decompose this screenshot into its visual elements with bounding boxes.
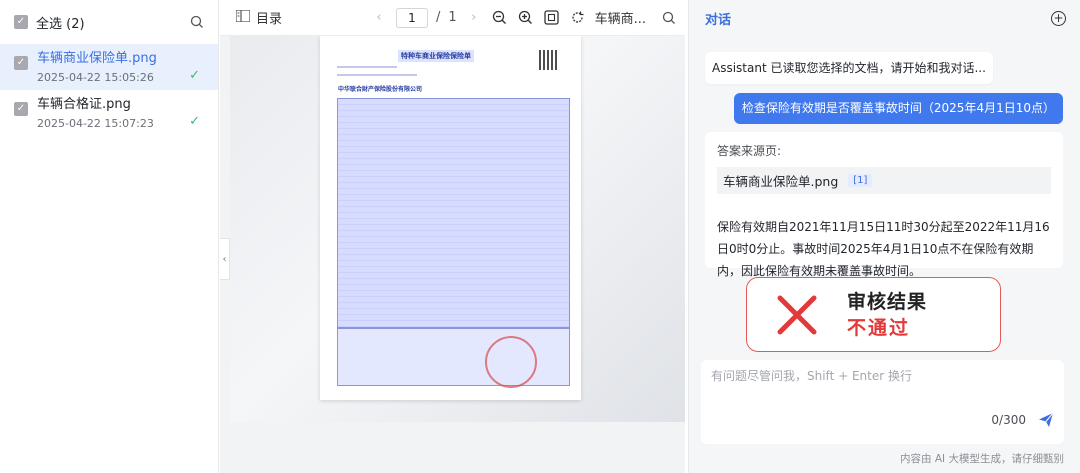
file-item-certificate[interactable]: ✓ 车辆合格证.png 2025-04-22 15:07:23 ✓ [0, 90, 218, 136]
checkbox-checked-icon[interactable]: ✓ [14, 56, 28, 70]
list-icon [235, 8, 251, 26]
file-item-insurance[interactable]: ✓ 车辆商业保险单.png 2025-04-22 15:05:26 ✓ [0, 44, 218, 90]
fail-cross-icon [747, 292, 847, 338]
source-file-name: 车辆商业保险单.png [723, 174, 839, 189]
prev-page-icon[interactable]: ‹ [370, 9, 388, 27]
answer-source[interactable]: 车辆商业保险单.png [1] [717, 167, 1051, 194]
check-icon: ✓ [189, 68, 200, 83]
select-all-label: 全选 (2) [36, 16, 85, 32]
file-date: 2025-04-22 15:07:23 [37, 117, 154, 130]
fit-page-icon[interactable] [543, 9, 561, 27]
checkbox-checked-icon[interactable]: ✓ [14, 102, 28, 116]
new-chat-icon[interactable]: + [1051, 10, 1066, 26]
chat-input-placeholder[interactable]: 有问题尽管问我，Shift + Enter 换行 [711, 367, 912, 384]
document-viewer: 目录 ‹ 1 / 1 › 车辆商... ‹ 特种车商业保险保险单 中华联合财产保… [220, 0, 685, 473]
answer-text: 保险有效期自2021年11月15日11时30分起至2022年11月16日0时0分… [717, 220, 1050, 278]
doc-text-line [337, 74, 417, 76]
toc-button[interactable]: 目录 [220, 8, 370, 27]
file-date: 2025-04-22 15:05:26 [37, 71, 154, 84]
viewer-bottom [230, 422, 685, 473]
file-sidebar: ✓ 全选 (2) ✓ 车辆商业保险单.png 2025-04-22 15:05:… [0, 0, 219, 473]
next-page-icon[interactable]: › [465, 9, 483, 27]
checkbox-checked-icon[interactable]: ✓ [14, 15, 28, 29]
current-file-name: 车辆商... [594, 12, 647, 27]
chat-title[interactable]: 对话 [705, 9, 731, 28]
toc-label: 目录 [256, 12, 283, 27]
document-page: 特种车商业保险保险单 中华联合财产保险股份有限公司 [320, 36, 581, 400]
review-result-status: 不通过 [847, 316, 911, 339]
page-number-input[interactable]: 1 [396, 7, 428, 28]
zoom-out-icon[interactable] [491, 9, 509, 27]
review-result-title: 审核结果 [847, 290, 928, 313]
char-counter: 0/300 [991, 413, 1026, 427]
zoom-in-icon[interactable] [517, 9, 535, 27]
file-list-header: ✓ 全选 (2) [0, 0, 218, 44]
chat-panel: 对话 + Assistant 已读取您选择的文档，请开始和我对话... 检查保险… [688, 0, 1080, 473]
chat-input-box[interactable]: 有问题尽管问我，Shift + Enter 换行 0/300 [701, 360, 1064, 444]
rotate-icon[interactable] [569, 9, 587, 27]
search-icon[interactable] [190, 15, 204, 29]
file-name: 车辆合格证.png [37, 97, 131, 112]
search-icon[interactable] [660, 9, 678, 27]
qr-code [539, 50, 559, 70]
assistant-greeting: Assistant 已读取您选择的文档，请开始和我对话... [705, 52, 993, 84]
ai-disclaimer: 内容由 AI 大模型生成，请仔细甄别 [900, 453, 1064, 465]
user-message: 检查保险有效期是否覆盖事故时间（2025年4月1日10点） [733, 93, 1063, 124]
answer-source-label: 答案来源页: [717, 144, 782, 158]
send-icon[interactable] [1038, 412, 1054, 432]
document-title: 特种车商业保险保险单 [398, 50, 474, 62]
file-name: 车辆商业保险单.png [37, 51, 157, 66]
doc-text-line [337, 66, 397, 68]
policy-table [337, 98, 570, 328]
source-ref-badge[interactable]: [1] [848, 174, 873, 187]
insurer-logo: 中华联合财产保险股份有限公司 [338, 86, 423, 93]
chat-header: 对话 + [689, 0, 1080, 36]
viewer-toolbar: 目录 ‹ 1 / 1 › 车辆商... [220, 0, 685, 36]
collapse-sidebar-button[interactable]: ‹ [220, 238, 230, 280]
select-all-checkbox[interactable]: ✓ 全选 (2) [14, 13, 85, 32]
assistant-answer: 答案来源页: 车辆商业保险单.png [1] 保险有效期自2021年11月15日… [705, 132, 1063, 278]
review-result-card: 审核结果 不通过 [746, 277, 1001, 352]
document-canvas[interactable]: 特种车商业保险保险单 中华联合财产保险股份有限公司 [230, 36, 685, 422]
official-seal [485, 336, 537, 388]
page-total: 1 [448, 10, 457, 25]
page-separator: / [436, 10, 441, 25]
check-icon: ✓ [189, 114, 200, 129]
